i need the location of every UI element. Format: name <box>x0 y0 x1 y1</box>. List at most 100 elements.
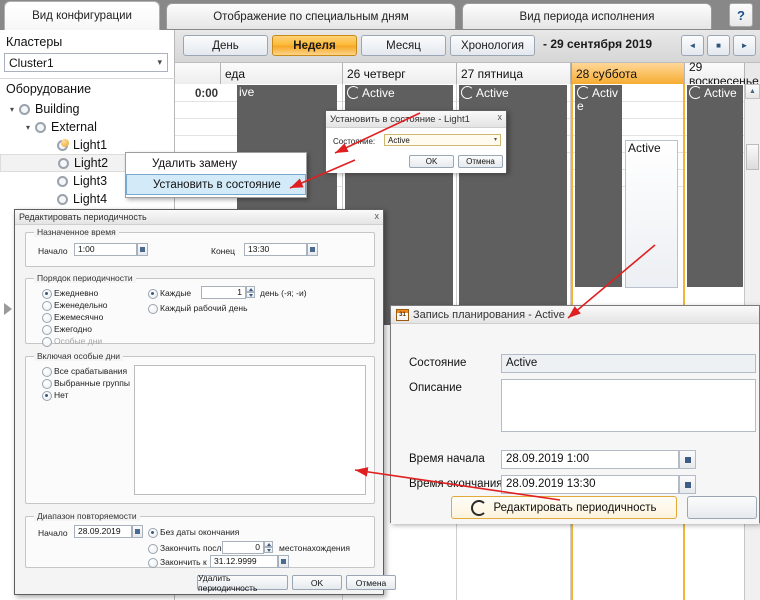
refresh-icon <box>471 499 488 516</box>
cancel-button[interactable]: Отмена <box>346 575 396 590</box>
tab-configuration-view[interactable]: Вид конфигурации <box>4 1 160 30</box>
close-icon[interactable]: x <box>375 211 380 221</box>
end-time-picker-button[interactable] <box>307 243 318 256</box>
range-start-picker-button[interactable] <box>132 525 143 538</box>
tree-node-label: Light1 <box>73 138 108 152</box>
day-header-corner <box>175 63 221 85</box>
start-time-picker-button[interactable] <box>679 450 696 469</box>
appointment-block-selected[interactable]: Active <box>625 140 678 288</box>
start-time-label: Время начала <box>409 453 485 465</box>
state-select[interactable]: Active ▾ <box>384 134 501 146</box>
expander-icon[interactable]: ▾ <box>22 123 34 132</box>
end-after-count-input[interactable]: 0 <box>222 541 264 554</box>
dialog-titlebar: Редактировать периодичность x <box>15 210 383 225</box>
day-header-wednesday[interactable]: еда <box>221 63 343 85</box>
stepper-down-button[interactable] <box>246 292 255 298</box>
end-by-date-input[interactable]: 31.12.9999 <box>210 555 278 568</box>
nav-next-button[interactable]: ► <box>733 35 756 56</box>
cancel-button[interactable]: Отмена <box>458 155 503 168</box>
time-label: 0:00 <box>194 88 218 100</box>
end-by-date-picker-button[interactable] <box>278 555 289 568</box>
range-start-label: Начало <box>38 528 68 538</box>
edit-periodicity-button[interactable]: Редактировать периодичность <box>451 496 677 519</box>
radio-none[interactable]: Нет <box>42 390 68 401</box>
start-time-picker-button[interactable] <box>137 243 148 256</box>
end-time-field[interactable]: 28.09.2019 13:30 <box>501 475 679 494</box>
cluster-select[interactable]: Cluster1 ▾ <box>4 53 168 72</box>
scroll-up-button[interactable]: ▲ <box>745 84 760 99</box>
day-header-label: 26 четверг <box>347 67 406 81</box>
radio-every-n-days[interactable]: Каждые <box>148 288 191 299</box>
description-label: Описание <box>409 382 462 394</box>
tab-special-days-view[interactable]: Отображение по специальным дням <box>166 3 456 29</box>
view-button-month[interactable]: Месяц <box>361 35 446 56</box>
help-button[interactable]: ? <box>729 3 753 27</box>
tree-node-building[interactable]: ▾ Building <box>0 100 175 118</box>
day-header-label: 28 суббота <box>576 67 638 81</box>
start-label: Начало <box>38 246 68 256</box>
context-menu-item-remove-override[interactable]: Удалить замену <box>126 153 306 174</box>
tab-label: Вид конфигурации <box>32 10 132 22</box>
end-time-input[interactable]: 13:30 <box>244 243 307 256</box>
edit-periodicity-dialog: Редактировать периодичность x Назначенно… <box>14 209 396 595</box>
recurrence-icon <box>689 86 702 99</box>
day-header-sunday[interactable]: 29 воскресенье <box>685 60 759 88</box>
radio-all-triggers[interactable]: Все срабатывания <box>42 366 127 377</box>
day-header-saturday[interactable]: 28 суббота <box>571 63 685 85</box>
view-button-week[interactable]: Неделя <box>272 35 357 56</box>
special-days-listbox[interactable] <box>134 365 366 495</box>
range-start-input[interactable]: 28.09.2019 <box>74 525 132 538</box>
tree-node-label: Light4 <box>73 192 108 206</box>
tab-label: Вид периода исполнения <box>519 10 655 23</box>
appointment-block[interactable]: Active <box>687 85 743 287</box>
radio-yearly[interactable]: Ежегодно <box>42 324 92 335</box>
count-stepper-down-button[interactable] <box>264 547 273 553</box>
radio-weekly[interactable]: Еженедельно <box>42 300 108 311</box>
appointment-block[interactable]: Activ e <box>575 85 622 287</box>
state-value-field[interactable]: Active <box>501 354 756 373</box>
tab-execution-period-view[interactable]: Вид периода исполнения <box>462 3 712 29</box>
ok-button[interactable]: OK <box>292 575 342 590</box>
view-button-label: Месяц <box>386 39 421 52</box>
day-header-thursday[interactable]: 26 четверг <box>343 63 457 85</box>
nav-today-button[interactable]: ■ <box>707 35 730 56</box>
gear-icon <box>34 121 47 134</box>
end-time-value: 28.09.2019 13:30 <box>506 478 596 490</box>
secondary-button[interactable] <box>687 496 757 519</box>
set-state-dialog: Установить в состояние - Light1 x Состоя… <box>325 110 507 173</box>
ok-button[interactable]: OK <box>409 155 454 168</box>
every-n-input[interactable]: 1 <box>201 286 246 299</box>
tree-node-external[interactable]: ▾ External <box>0 118 175 136</box>
context-menu-item-set-state[interactable]: Установить в состояние <box>126 174 306 195</box>
radio-every-workday[interactable]: Каждый рабочий день <box>148 303 248 314</box>
assigned-time-group: Назначенное время Начало 1:00 Конец 13:3… <box>25 227 375 267</box>
end-time-picker-button[interactable] <box>679 475 696 494</box>
context-menu-item-label: Установить в состояние <box>153 178 281 191</box>
triangle-right-icon <box>4 303 12 315</box>
day-header-friday[interactable]: 27 пятница <box>457 63 571 85</box>
scrollbar-thumb[interactable] <box>746 144 759 170</box>
group-caption: Включая особые дни <box>34 351 124 361</box>
radio-daily[interactable]: Ежедневно <box>42 288 98 299</box>
close-icon[interactable]: x <box>498 112 503 122</box>
description-textarea[interactable] <box>501 379 756 432</box>
view-button-day[interactable]: День <box>183 35 268 56</box>
view-button-chronology[interactable]: Хронология <box>450 35 535 56</box>
gear-icon <box>56 175 69 188</box>
context-menu: Удалить замену Установить в состояние <box>125 152 307 198</box>
radio-monthly[interactable]: Ежемесячно <box>42 312 103 323</box>
expander-icon[interactable]: ▾ <box>6 105 18 114</box>
group-caption: Назначенное время <box>34 227 119 237</box>
radio-no-end-date[interactable]: Без даты окончания <box>148 527 239 538</box>
nav-prev-button[interactable]: ◄ <box>681 35 704 56</box>
delete-periodicity-button[interactable]: Удалить периодичность <box>197 573 288 593</box>
radio-end-after[interactable]: Закончить после <box>148 543 226 554</box>
view-button-label: День <box>212 39 239 52</box>
radio-selected-groups[interactable]: Выбранные группы <box>42 378 130 389</box>
calendar-icon: 31 <box>396 308 409 321</box>
view-button-label: Неделя <box>293 39 336 52</box>
start-time-input[interactable]: 1:00 <box>74 243 137 256</box>
radio-end-by[interactable]: Закончить к <box>148 557 207 568</box>
appointment-title: Active <box>704 86 737 100</box>
start-time-field[interactable]: 28.09.2019 1:00 <box>501 450 679 469</box>
